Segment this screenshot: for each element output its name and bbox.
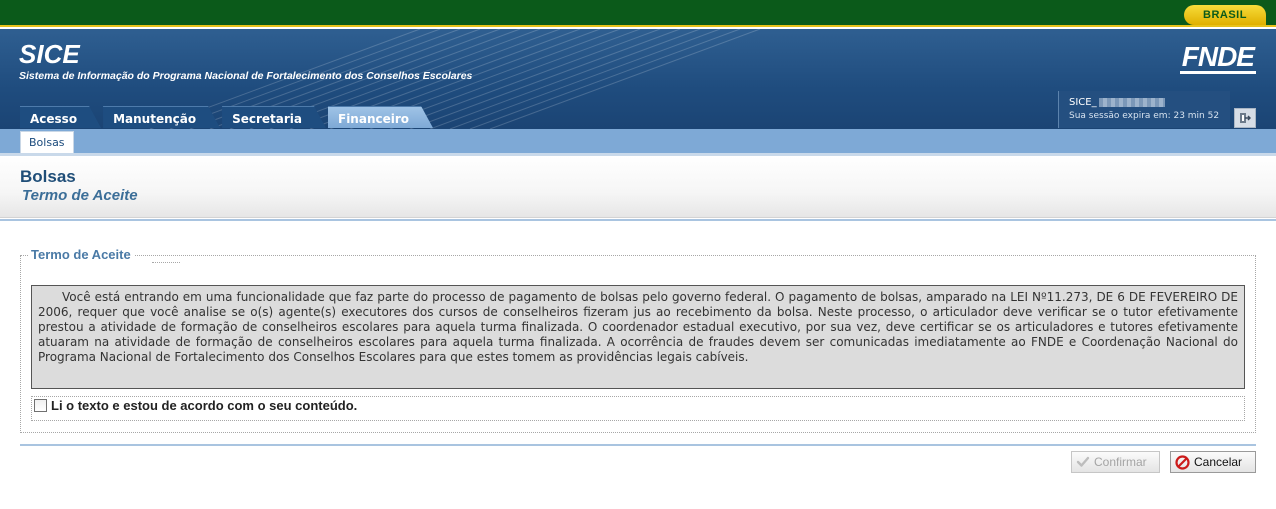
page-subtitle: Termo de Aceite: [22, 187, 138, 204]
user-info: SICE_ Sua sessão expira em: 23 min 52: [1058, 91, 1230, 128]
fnde-logo[interactable]: FNDE: [1179, 43, 1256, 74]
brasil-badge[interactable]: BRASIL: [1184, 5, 1266, 25]
username: SICE_: [1069, 97, 1230, 109]
cancel-label: Cancelar: [1194, 455, 1243, 469]
tab-manutencao[interactable]: Manutenção: [103, 106, 220, 128]
term-text: Você está entrando em uma funcionalidade…: [31, 285, 1245, 389]
tab-acesso[interactable]: Acesso: [20, 106, 101, 128]
cancel-button[interactable]: Cancelar: [1170, 451, 1256, 473]
sub-navigation: Bolsas: [0, 129, 1276, 153]
logout-button[interactable]: [1234, 108, 1256, 128]
agree-row: Li o texto e estou de acordo com o seu c…: [31, 396, 1245, 421]
confirm-button[interactable]: Confirmar: [1071, 451, 1160, 473]
legend-dots: [152, 262, 180, 263]
cancel-icon: [1175, 454, 1190, 470]
app-title: SICE: [19, 39, 80, 69]
username-redacted: [1098, 97, 1165, 107]
heading-divider: [0, 219, 1276, 221]
logout-icon: [1240, 113, 1251, 123]
username-prefix: SICE_: [1069, 97, 1097, 108]
page-title: Bolsas: [20, 167, 76, 186]
checkmark-icon: [1076, 456, 1090, 467]
page-heading: Bolsas Termo de Aceite: [0, 156, 1276, 218]
main-tabs: Acesso Manutenção Secretaria Financeiro: [20, 106, 435, 128]
agree-label[interactable]: Li o texto e estou de acordo com o seu c…: [51, 398, 357, 413]
app-subtitle: Sistema de Informação do Programa Nacion…: [19, 70, 473, 82]
fieldset-legend: Termo de Aceite: [28, 247, 134, 262]
confirm-label: Confirmar: [1094, 455, 1147, 469]
footer-divider: [20, 444, 1256, 446]
tab-financeiro[interactable]: Financeiro: [328, 106, 433, 128]
session-timer: Sua sessão expira em: 23 min 52: [1069, 111, 1220, 121]
tab-secretaria[interactable]: Secretaria: [222, 106, 326, 128]
government-bar: BRASIL: [0, 0, 1276, 27]
agree-checkbox[interactable]: [34, 399, 47, 412]
subnav-item-bolsas[interactable]: Bolsas: [20, 131, 74, 153]
